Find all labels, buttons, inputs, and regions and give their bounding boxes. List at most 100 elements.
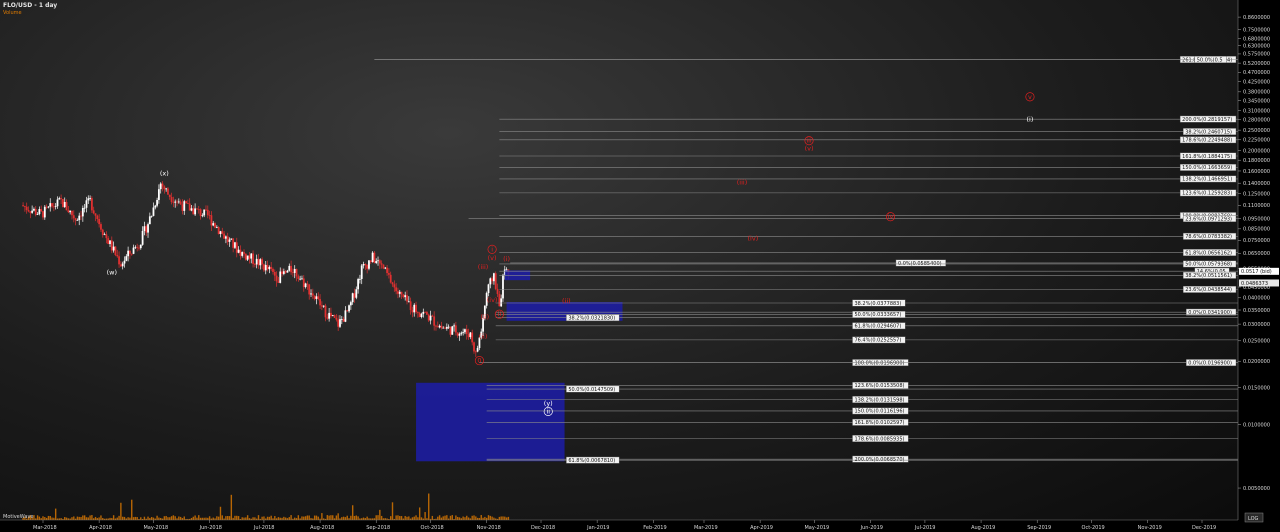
volume-bar xyxy=(350,515,352,520)
volume-bar xyxy=(484,516,486,520)
volume-bar xyxy=(216,516,218,520)
candle-body xyxy=(205,209,207,211)
candle-body xyxy=(397,291,399,294)
wave-label: i xyxy=(491,245,493,253)
candle-body xyxy=(170,197,173,202)
volume-bar xyxy=(315,515,318,520)
volume-bar xyxy=(208,516,211,520)
volume-bar xyxy=(172,515,175,520)
candle-body xyxy=(87,198,90,201)
volume-bar xyxy=(54,508,57,520)
price-tick-label: 0.6800000 xyxy=(1243,36,1270,42)
candle-body xyxy=(228,239,231,242)
price-tick-label: 0.2500000 xyxy=(1243,128,1270,134)
price-tick-label: 0.0350000 xyxy=(1243,308,1270,314)
volume-bar xyxy=(395,515,397,520)
candle-body xyxy=(29,211,32,213)
candle-body xyxy=(266,264,269,270)
volume-bar xyxy=(420,517,423,520)
volume-bar xyxy=(475,516,477,520)
candle-body xyxy=(498,293,501,307)
fib-level-label: 38.2%(0.0321830) xyxy=(568,315,615,321)
candle-body xyxy=(301,278,303,280)
price-tick-label: 0.0150000 xyxy=(1243,385,1270,391)
volume-bar xyxy=(44,517,46,520)
candle-body xyxy=(36,214,39,215)
volume-bar xyxy=(485,517,488,520)
volume-bar xyxy=(263,516,265,520)
candle-body xyxy=(168,194,171,198)
candle-body xyxy=(322,305,325,307)
volume-bar xyxy=(283,516,285,520)
candle-body xyxy=(90,198,93,211)
price-chart[interactable]: 261.8%(0.5410424)50.0%(0.5200.0%(0.28191… xyxy=(0,0,1280,532)
candle-body xyxy=(119,264,122,267)
fib-level-label: 50.0%(0.0579368) xyxy=(1185,262,1232,268)
wave-label: iii xyxy=(806,137,812,145)
candle-body xyxy=(232,238,235,248)
candle-body xyxy=(453,325,455,327)
volume-bar xyxy=(346,515,348,520)
candle-body xyxy=(378,260,381,264)
volume-bar xyxy=(192,516,195,520)
candle-body xyxy=(158,189,160,200)
candle-body xyxy=(188,203,191,211)
volume-bar xyxy=(377,515,379,520)
chart-area[interactable]: 261.8%(0.5410424)50.0%(0.5200.0%(0.28191… xyxy=(0,0,1280,532)
candle-body xyxy=(438,325,441,328)
price-tick-label: 0.4700000 xyxy=(1243,70,1270,76)
volume-bar xyxy=(478,517,481,520)
volume-bar xyxy=(467,517,470,520)
candle-body xyxy=(215,227,218,228)
time-tick-label: Feb-2019 xyxy=(643,525,666,531)
price-tick-label: 0.5750000 xyxy=(1243,52,1270,58)
volume-bar xyxy=(437,516,439,520)
candle-body xyxy=(395,287,398,292)
candle-body xyxy=(424,311,427,313)
volume-bar xyxy=(207,517,209,520)
volume-bar xyxy=(158,517,160,520)
price-tick-label: 0.0850000 xyxy=(1243,227,1270,233)
candle-body xyxy=(51,203,53,207)
candle-body xyxy=(100,224,102,230)
indicator-label: MotiveWave xyxy=(3,514,33,520)
candle-body xyxy=(454,325,457,333)
candle-body xyxy=(469,332,472,338)
candle-body xyxy=(235,242,238,253)
volume-bar xyxy=(112,515,115,520)
volume-bar xyxy=(355,515,357,520)
candle-body xyxy=(85,200,88,208)
volume-bar xyxy=(313,515,316,520)
time-tick-label: Nov-2018 xyxy=(477,525,501,531)
volume-bar xyxy=(252,517,254,520)
candle-body xyxy=(449,326,452,335)
candle-body xyxy=(163,186,166,190)
volume-bar xyxy=(64,517,66,520)
fib-level-label: 61.8%(0.0294607) xyxy=(854,324,901,330)
volume-bar xyxy=(301,516,303,520)
candle-body xyxy=(357,279,360,290)
volume-bar xyxy=(169,517,171,520)
volume-bar xyxy=(152,517,155,520)
volume-bar xyxy=(78,516,80,520)
wave-label: ii xyxy=(546,407,550,415)
volume-bar xyxy=(156,515,158,520)
candle-body xyxy=(493,273,495,282)
volume-bar xyxy=(464,517,466,520)
candle-body xyxy=(159,183,162,190)
candle-body xyxy=(121,263,124,267)
candle-body xyxy=(422,311,425,314)
volume-bar xyxy=(80,517,82,520)
volume-bar xyxy=(123,516,126,520)
candle-body xyxy=(221,231,224,234)
volume-bar xyxy=(375,515,377,520)
price-tick-label: 0.0950000 xyxy=(1243,216,1270,222)
volume-bar xyxy=(219,506,222,520)
candle-body xyxy=(72,215,75,219)
volume-bar xyxy=(45,517,48,520)
volume-bar xyxy=(85,517,88,520)
volume-bar xyxy=(306,515,309,520)
wave-label: (v) xyxy=(488,254,497,262)
candle-body xyxy=(391,282,394,285)
candle-body xyxy=(409,301,412,311)
